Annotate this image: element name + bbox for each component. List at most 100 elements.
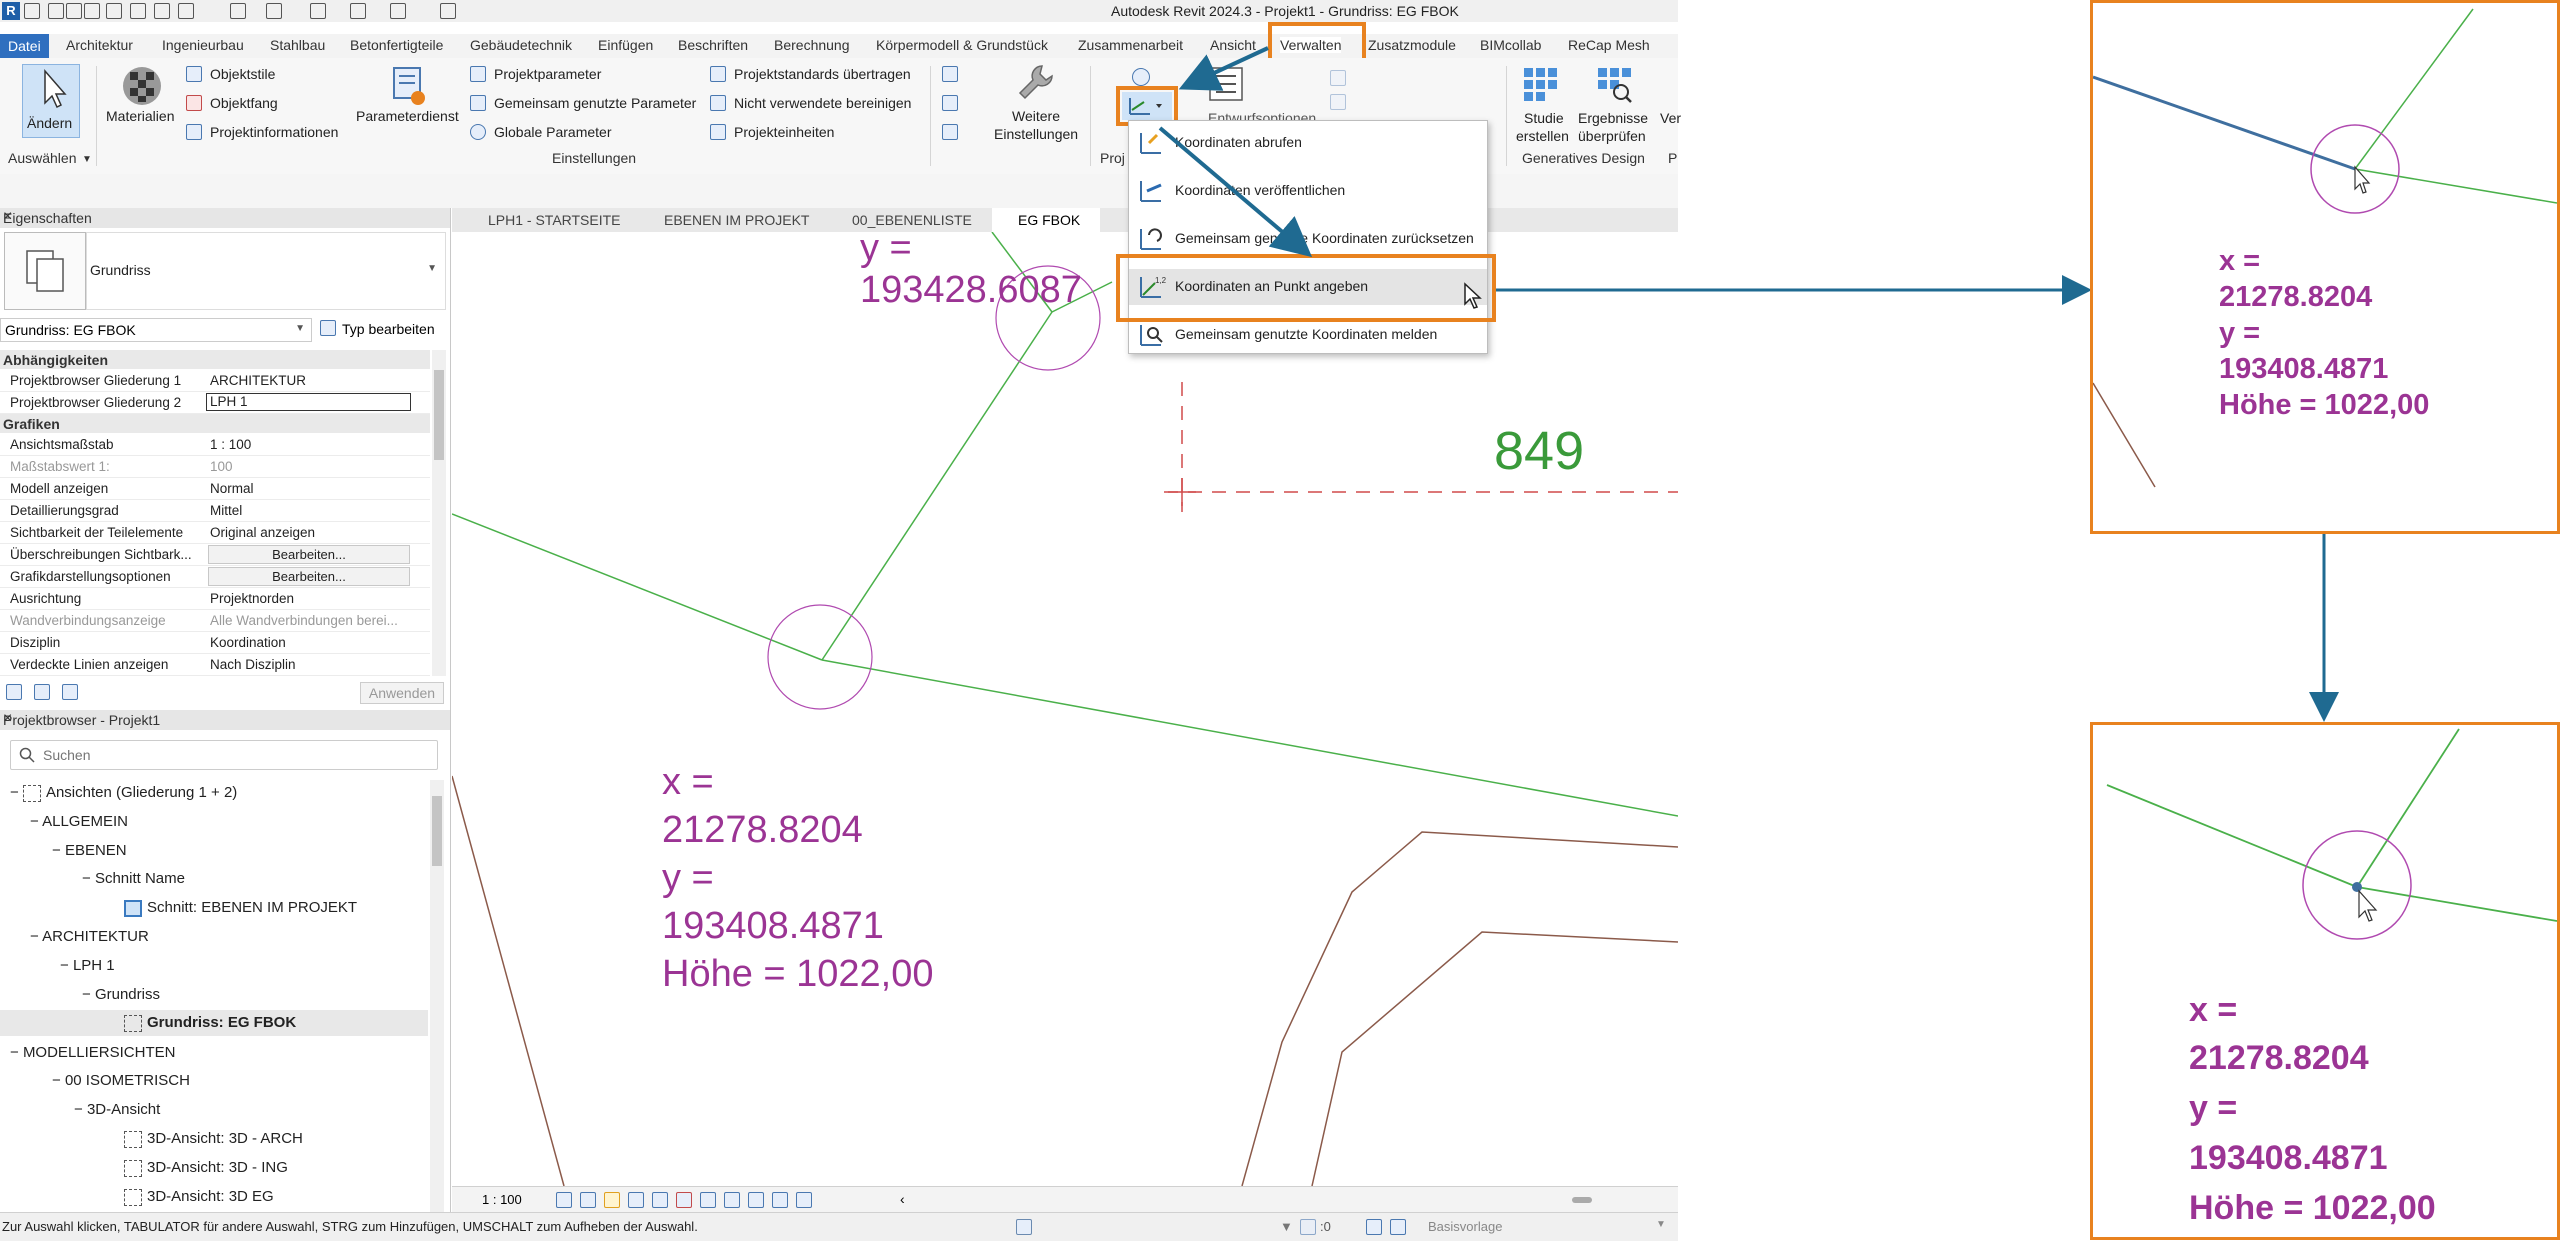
view-scale[interactable]: 1 : 100 — [482, 1192, 522, 1207]
property-row[interactable]: Disziplin Koordination — [0, 632, 430, 654]
additional-settings-3-icon[interactable] — [942, 124, 958, 140]
units-icon[interactable] — [710, 124, 726, 140]
temporary-view-properties-icon[interactable] — [772, 1192, 788, 1208]
revit-logo-icon[interactable]: R — [2, 2, 20, 20]
property-value-input[interactable]: LPH 1 — [206, 393, 411, 411]
tab-bimcollab[interactable]: BIMcollab — [1480, 37, 1541, 53]
wrench-icon[interactable] — [1014, 62, 1054, 106]
project-info-button[interactable]: Projektinformationen — [210, 124, 338, 140]
drawing-canvas[interactable]: y = 193428.6087 849 x = 21278.8204 y = 1… — [452, 227, 1678, 1186]
search-field[interactable] — [41, 744, 425, 766]
tab-betonfertigteile[interactable]: Betonfertigteile — [350, 37, 443, 53]
design-option-pick-icon[interactable] — [1330, 70, 1346, 86]
tab-ansicht[interactable]: Ansicht — [1210, 37, 1256, 53]
shadows-icon[interactable] — [628, 1192, 644, 1208]
project-params-icon[interactable] — [470, 66, 486, 82]
additional-settings-2-icon[interactable] — [942, 95, 958, 111]
create-study-label-bottom[interactable]: erstellen — [1516, 128, 1569, 144]
explore-outcomes-label-bottom[interactable]: überprüfen — [1578, 128, 1646, 144]
tree-item-selected[interactable]: Grundriss: EG FBOK — [124, 1014, 296, 1032]
type-selector[interactable]: ▼ — [86, 232, 446, 310]
design-options-status-icon[interactable] — [1390, 1219, 1406, 1235]
tab-ingenieurbau[interactable]: Ingenieurbau — [162, 37, 244, 53]
view-tab-eg-fbok[interactable]: EG FBOK — [992, 208, 1101, 232]
property-row[interactable]: Ansichtsmaßstab 1 : 100 — [0, 434, 430, 456]
view-tab-ebenen[interactable]: EBENEN IM PROJEKT — [638, 208, 809, 232]
property-row[interactable]: Detaillierungsgrad Mittel — [0, 500, 430, 522]
close-icon[interactable]: × — [3, 710, 444, 728]
section-dependencies[interactable]: Abhängigkeiten — [0, 350, 430, 369]
object-styles-icon[interactable] — [186, 66, 202, 82]
open-icon[interactable] — [48, 3, 64, 19]
location-globe-icon[interactable] — [1132, 68, 1150, 86]
scroll-left-icon[interactable]: ‹ — [900, 1191, 905, 1207]
object-styles-button[interactable]: Objektstile — [210, 66, 275, 82]
measure-icon[interactable] — [178, 3, 194, 19]
transfer-standards-button[interactable]: Projektstandards übertragen — [734, 66, 911, 82]
materials-label[interactable]: Materialien — [106, 108, 174, 124]
menu-item-reset-coordinates[interactable]: Gemeinsam genutzte Koordinaten zurückset… — [1129, 221, 1487, 257]
sync-icon[interactable] — [84, 3, 100, 19]
property-row[interactable]: Sichtbarkeit der Teilelemente Original an… — [0, 522, 430, 544]
tab-einfuegen[interactable]: Einfügen — [598, 37, 653, 53]
shared-params-icon[interactable] — [470, 95, 486, 111]
tree-item-views[interactable]: − Ansichten (Gliederung 1 + 2) — [10, 784, 237, 802]
view-template-selector[interactable]: Basisvorlage — [1428, 1219, 1502, 1234]
purge-icon[interactable] — [710, 95, 726, 111]
explore-outcomes-icon[interactable] — [1594, 64, 1634, 104]
section-icon[interactable] — [350, 3, 366, 19]
tab-berechnung[interactable]: Berechnung — [774, 37, 850, 53]
tab-architektur[interactable]: Architektur — [66, 37, 133, 53]
edit-graphic-options-button[interactable]: Bearbeiten... — [208, 567, 410, 586]
tab-zusatzmodule[interactable]: Zusatzmodule — [1368, 37, 1456, 53]
customize-qat-icon[interactable] — [440, 3, 456, 19]
print-icon[interactable] — [154, 3, 170, 19]
magnet-icon[interactable] — [186, 95, 202, 111]
shared-params-button[interactable]: Gemeinsam genutzte Parameter — [494, 95, 696, 111]
instance-selector[interactable]: Grundriss: EG FBOK ▼ — [0, 318, 312, 342]
units-button[interactable]: Projekteinheiten — [734, 124, 834, 140]
save-icon[interactable] — [66, 3, 82, 19]
tree-item[interactable]: − EBENEN — [52, 842, 127, 859]
home-icon[interactable] — [24, 3, 40, 19]
info-icon[interactable] — [186, 124, 202, 140]
tree-item[interactable]: − MODELLIERSICHTEN — [10, 1044, 175, 1061]
view-tab-startseite[interactable]: LPH1 - STARTSEITE — [462, 208, 621, 232]
scrollbar-thumb[interactable] — [432, 796, 442, 866]
detail-level-icon[interactable] — [556, 1192, 572, 1208]
explore-outcomes-label-top[interactable]: Ergebnisse — [1578, 110, 1648, 126]
undo-icon[interactable] — [106, 3, 122, 19]
tab-koerpermodell[interactable]: Körpermodell & Grundstück — [876, 37, 1048, 53]
tab-stahlbau[interactable]: Stahlbau — [270, 37, 325, 53]
materials-icon[interactable] — [120, 64, 164, 108]
edit-visibility-button[interactable]: Bearbeiten... — [208, 545, 410, 564]
tab-beschriften[interactable]: Beschriften — [678, 37, 748, 53]
switch-windows-icon[interactable] — [390, 3, 406, 19]
chevron-down-icon[interactable]: ▼ — [1280, 1219, 1293, 1234]
tree-item[interactable]: − ALLGEMEIN — [30, 813, 128, 830]
tree-item[interactable]: 3D-Ansicht: 3D EG — [124, 1188, 274, 1206]
property-row[interactable]: Verdeckte Linien anzeigen Nach Disziplin — [0, 654, 430, 676]
tree-item[interactable]: − Grundriss — [82, 986, 160, 1003]
show-rendering-icon[interactable] — [652, 1192, 668, 1208]
menu-item-acquire-coordinates[interactable]: Koordinaten abrufen — [1129, 125, 1487, 161]
property-row[interactable]: Projektbrowser Gliederung 1 ARCHITEKTUR — [0, 370, 430, 392]
more-settings-label-bottom[interactable]: Einstellungen — [994, 126, 1078, 142]
horizontal-scroll-thumb[interactable] — [1572, 1197, 1592, 1203]
more-settings-label-top[interactable]: Weitere — [1012, 108, 1060, 124]
tree-item[interactable]: − Schnitt Name — [82, 870, 185, 887]
temporary-hide-icon[interactable] — [724, 1192, 740, 1208]
model-display-icon[interactable] — [1366, 1219, 1382, 1235]
tree-item[interactable]: Schnitt: EBENEN IM PROJEKT — [124, 899, 357, 917]
tab-zusammenarbeit[interactable]: Zusammenarbeit — [1078, 37, 1183, 53]
crop-view-icon[interactable] — [676, 1192, 692, 1208]
selection-filter-icon[interactable] — [1300, 1219, 1316, 1235]
property-row[interactable]: Ausrichtung Projektnorden — [0, 588, 430, 610]
coordinates-button[interactable] — [1122, 92, 1172, 120]
tab-recap-mesh[interactable]: ReCap Mesh — [1568, 37, 1650, 53]
snaps-button[interactable]: Objektfang — [210, 95, 278, 111]
chevron-down-icon[interactable]: ▼ — [1656, 1219, 1666, 1230]
scrollbar-thumb[interactable] — [434, 370, 444, 460]
tab-datei[interactable]: Datei — [0, 34, 49, 58]
global-params-icon[interactable] — [470, 124, 486, 140]
